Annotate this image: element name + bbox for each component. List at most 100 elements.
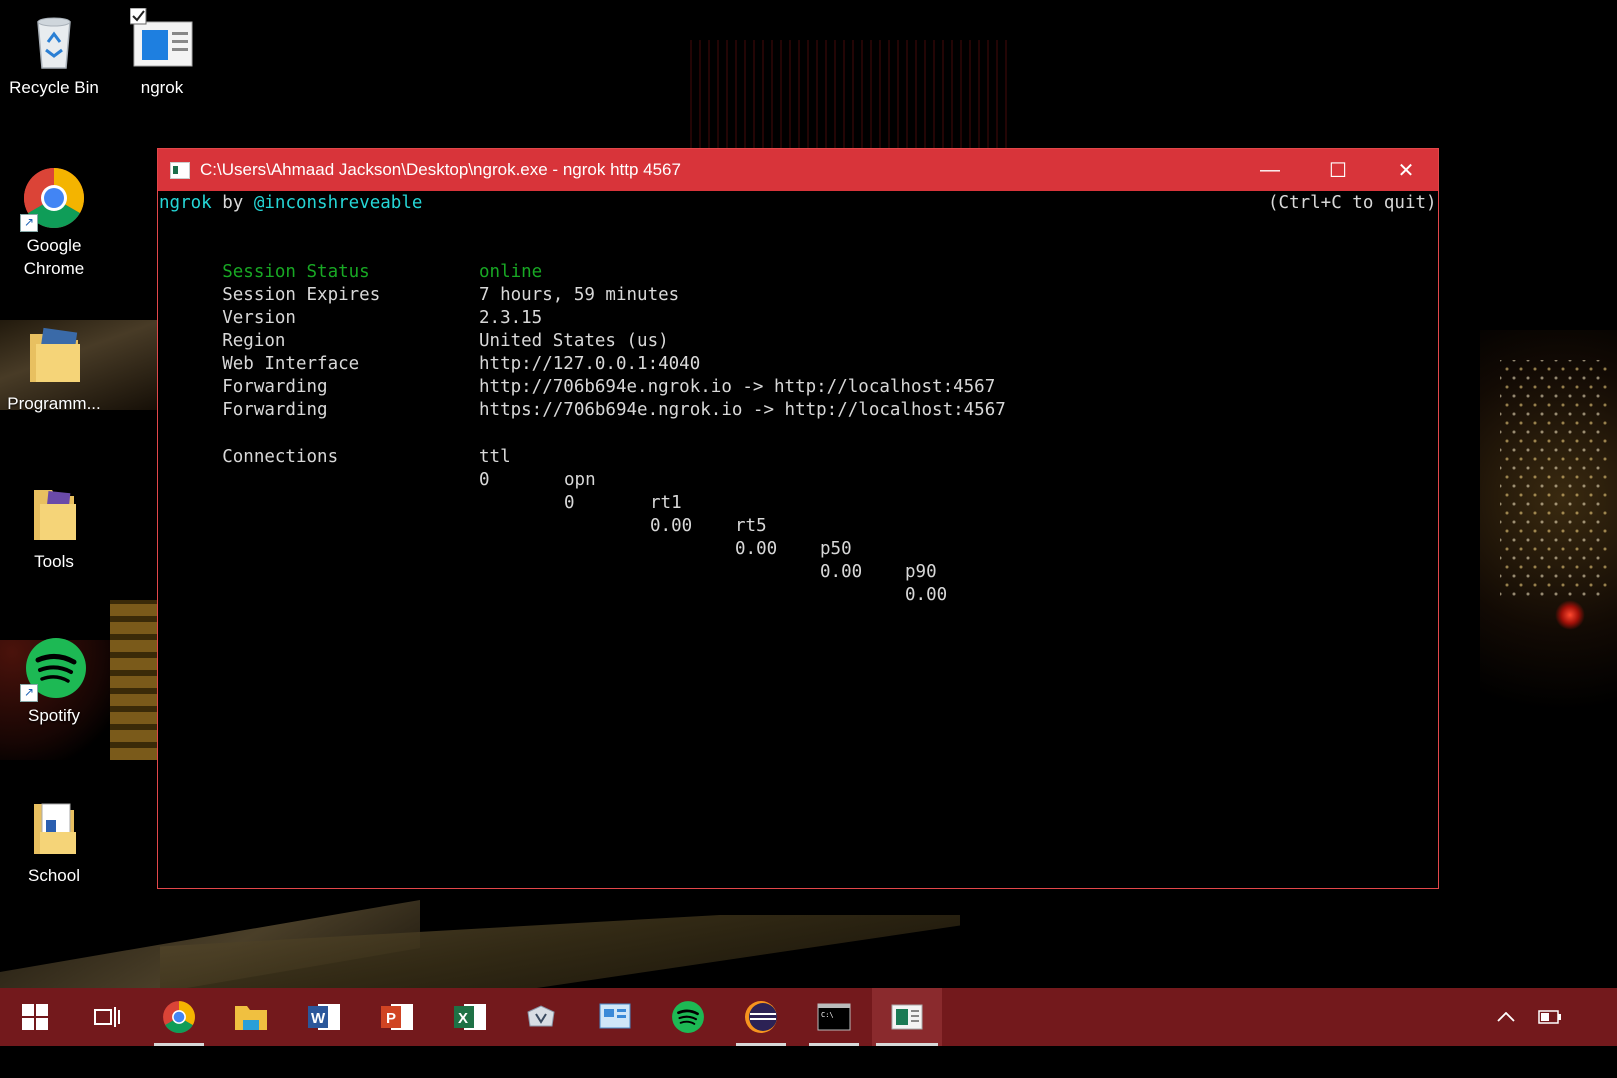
taskbar-excel[interactable]: X: [441, 988, 499, 1046]
row-key: Forwarding: [222, 400, 328, 420]
connections-values: 0 0 0.00 0.00 0.00 0.00: [479, 446, 1079, 605]
info-row: Forwarding http://706b694e.ngrok.io -> ht…: [159, 353, 995, 397]
chrome-icon: [163, 1001, 195, 1033]
header-author: @inconshreveable: [253, 193, 423, 213]
desktop-icon-label: Spotify: [28, 706, 80, 725]
wallpaper-detail: [1480, 330, 1617, 750]
desktop-icon-recycle-bin[interactable]: Recycle Bin: [0, 8, 108, 99]
svg-text:W: W: [311, 1010, 326, 1027]
info-row: Session Expires 7 hours, 59 minutes: [159, 261, 679, 305]
wallpaper-detail: [110, 600, 162, 760]
svg-text:P: P: [386, 1010, 396, 1027]
taskbar-word[interactable]: W: [295, 988, 353, 1046]
svg-text:X: X: [458, 1010, 468, 1027]
desktop-icon-tools-folder[interactable]: Tools: [0, 482, 108, 573]
desktop-icon-ngrok[interactable]: ngrok: [108, 7, 216, 99]
window-titlebar[interactable]: C:\Users\Ahmaad Jackson\Desktop\ngrok.ex…: [158, 149, 1438, 191]
taskbar-powerpoint[interactable]: P: [368, 988, 426, 1046]
ngrok-app-icon: [129, 7, 194, 72]
battery-button[interactable]: [1530, 988, 1570, 1046]
taskbar-spotify[interactable]: [659, 988, 717, 1046]
battery-icon: [1538, 1010, 1561, 1024]
info-row: Region United States (us): [159, 307, 668, 351]
desktop-icon-label: School: [28, 866, 80, 885]
svg-text:C:\: C:\: [821, 1011, 834, 1019]
status-row: Session Status online: [159, 238, 542, 282]
desktop-icon-spotify[interactable]: ↗ Spotify: [0, 636, 108, 727]
conn-value: 0.00: [820, 562, 863, 582]
desktop-icon-google-chrome[interactable]: ↗ Google Chrome: [0, 166, 108, 280]
row-value: http://706b694e.ngrok.io -> http://local…: [479, 377, 996, 397]
excel-icon: X: [454, 1004, 486, 1030]
header-app-name: ngrok: [159, 193, 212, 213]
start-button[interactable]: [6, 988, 64, 1046]
wallpaper-light: [1555, 600, 1585, 630]
row-value: United States (us): [479, 331, 669, 351]
conn-value: 0.00: [650, 516, 693, 536]
desktop-icon-label: ngrok: [140, 78, 184, 97]
taskbar-eclipse[interactable]: [732, 988, 790, 1046]
close-icon: ✕: [1397, 159, 1415, 182]
chevron-up-icon: [1497, 1012, 1515, 1022]
connections-row: Connections: [159, 423, 338, 467]
connections-label: Connections: [222, 447, 339, 467]
app-icon: [527, 1005, 555, 1027]
row-value: http://127.0.0.1:4040: [479, 354, 701, 374]
console-app-icon: [170, 161, 190, 179]
conn-value: 0.00: [905, 585, 948, 605]
word-icon: W: [308, 1004, 340, 1030]
show-hidden-icons-button[interactable]: [1486, 988, 1526, 1046]
folder-icon: [22, 482, 86, 546]
spotify-icon: [672, 1001, 704, 1033]
minimize-icon: —: [1260, 158, 1280, 181]
ngrok-app-icon: [891, 1004, 923, 1030]
header-by: by: [211, 193, 254, 213]
taskbar-chrome[interactable]: [150, 988, 208, 1046]
taskbar-app[interactable]: [512, 988, 570, 1046]
console-header: ngrok by @inconshreveable: [159, 192, 422, 215]
conn-value: 0: [479, 470, 490, 490]
maximize-button[interactable]: ☐: [1304, 149, 1372, 191]
task-view-button[interactable]: [78, 988, 136, 1046]
console-output[interactable]: ngrok by @inconshreveable (Ctrl+C to qui…: [158, 191, 1438, 605]
close-button[interactable]: ✕: [1372, 149, 1440, 191]
conn-header: rt5: [735, 516, 767, 536]
maximize-icon: ☐: [1329, 159, 1347, 182]
taskbar-command-prompt[interactable]: C:\: [805, 988, 863, 1046]
taskbar: W P X C:\: [0, 988, 1617, 1046]
task-view-icon: [94, 1007, 120, 1027]
recycle-bin-icon: [22, 8, 86, 72]
folder-icon: [22, 796, 86, 860]
chrome-icon: ↗: [20, 166, 86, 232]
quit-hint: (Ctrl+C to quit): [1268, 193, 1437, 213]
control-panel-icon: [599, 1003, 631, 1029]
conn-header: rt1: [650, 493, 682, 513]
conn-value: 0: [564, 493, 575, 513]
shortcut-arrow-icon: ↗: [20, 214, 38, 232]
row-value: 7 hours, 59 minutes: [479, 285, 680, 305]
conn-header: p90: [905, 562, 937, 582]
desktop-icon-label: Tools: [34, 552, 74, 571]
wallpaper-lights: [1500, 360, 1610, 600]
row-value: https://706b694e.ngrok.io -> http://loca…: [479, 400, 1006, 420]
shortcut-arrow-icon: ↗: [20, 684, 38, 702]
desktop-icon-label: Google Chrome: [23, 236, 85, 278]
wallpaper-streak: [690, 40, 1010, 150]
spotify-icon: ↗: [20, 636, 86, 702]
minimize-button[interactable]: —: [1236, 149, 1304, 191]
taskbar-control-panel[interactable]: [586, 988, 644, 1046]
taskbar-file-explorer[interactable]: [222, 988, 280, 1046]
powerpoint-icon: P: [381, 1004, 413, 1030]
eclipse-icon: [745, 1001, 777, 1033]
taskbar-ngrok[interactable]: [872, 988, 942, 1046]
ngrok-console-window[interactable]: C:\Users\Ahmaad Jackson\Desktop\ngrok.ex…: [157, 148, 1439, 889]
conn-value: 0.00: [735, 539, 778, 559]
start-icon: [22, 1004, 48, 1030]
folder-icon: [22, 324, 86, 388]
desktop-icon-programs-folder[interactable]: Programm...: [0, 324, 108, 415]
info-row: Version 2.3.15: [159, 284, 542, 328]
desktop-icon-school-folder[interactable]: School: [0, 796, 108, 887]
command-prompt-icon: C:\: [817, 1003, 851, 1031]
desktop-icon-label: Programm...: [7, 394, 101, 413]
info-row: Web Interface http://127.0.0.1:4040: [159, 330, 700, 374]
